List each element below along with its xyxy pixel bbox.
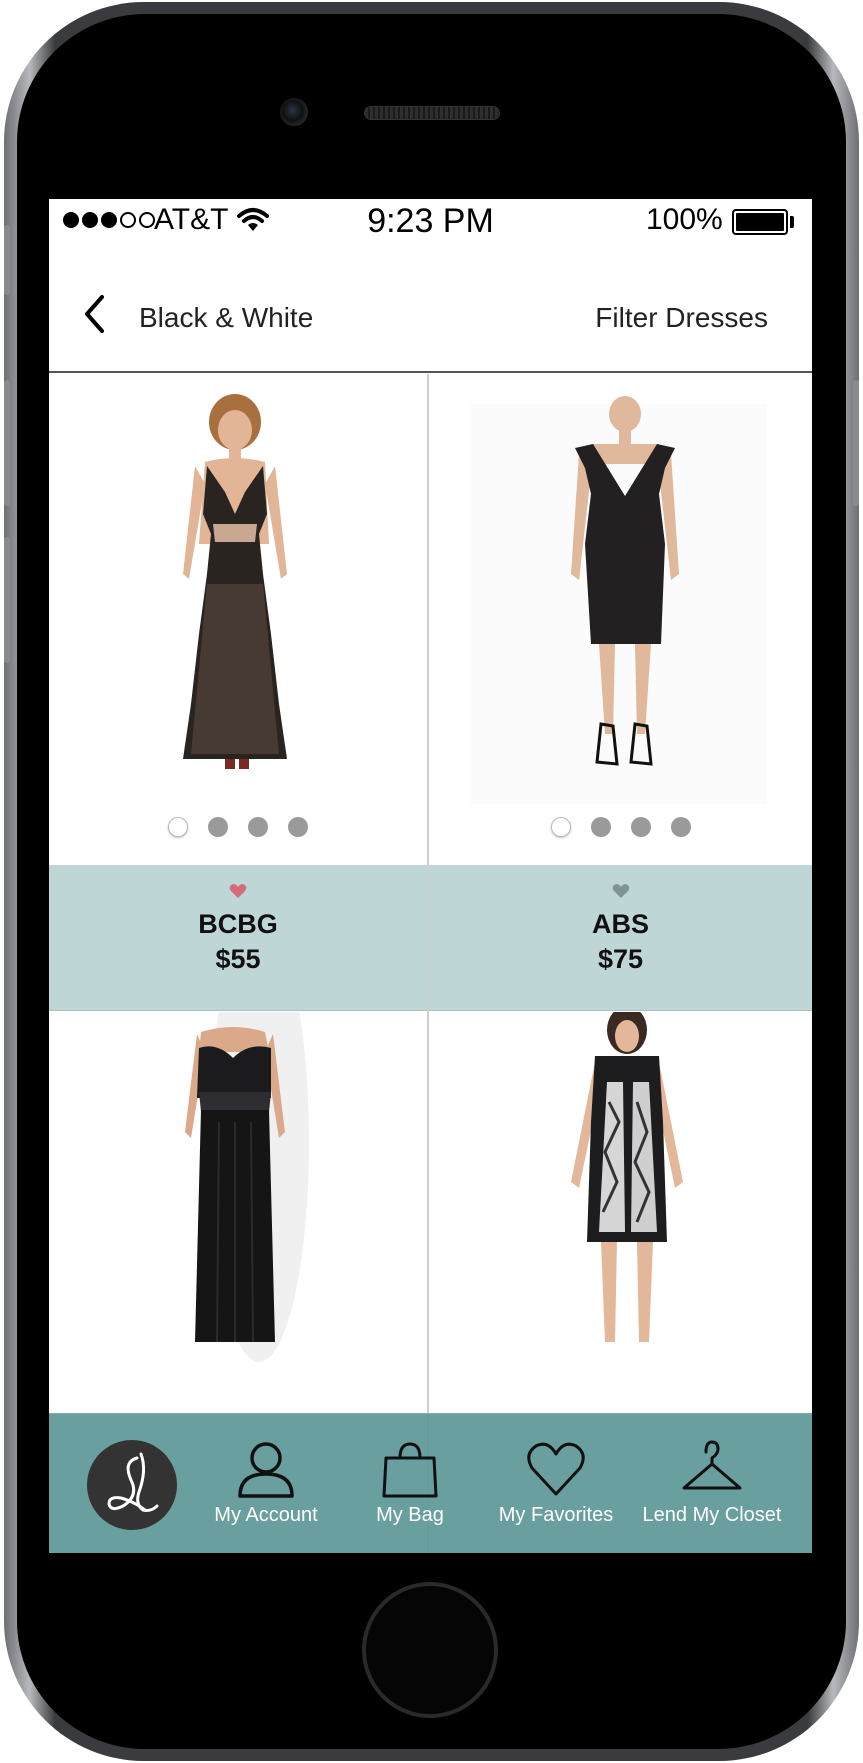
app-screen: AT&T 9:23 PM 100% Black & White Filter D…	[49, 199, 812, 1553]
back-button-label[interactable]: Black & White	[139, 302, 313, 334]
tab-my-favorites[interactable]: My Favorites	[491, 1440, 621, 1527]
product-brand: BCBG	[198, 909, 278, 939]
product-image[interactable]	[429, 374, 812, 865]
tab-lend-my-closet[interactable]: Lend My Closet	[637, 1440, 787, 1527]
battery-nub	[790, 216, 794, 228]
mute-switch	[4, 225, 10, 295]
tab-label: My Favorites	[498, 1504, 614, 1526]
favorite-heart-icon[interactable]	[229, 883, 247, 904]
filter-dresses-button[interactable]: Filter Dresses	[595, 302, 768, 334]
earpiece-speaker	[364, 106, 500, 120]
bottom-tab-bar: My Account My Bag My Favorites Lend My C…	[49, 1413, 812, 1553]
person-icon	[201, 1440, 331, 1498]
power-button	[853, 380, 859, 506]
favorite-heart-icon[interactable]	[612, 883, 630, 904]
product-info-band[interactable]: BCBG $55	[49, 865, 427, 1011]
battery-percent: 100%	[646, 203, 723, 236]
home-button[interactable]	[362, 1582, 498, 1718]
status-bar: AT&T 9:23 PM 100%	[49, 199, 812, 244]
tab-label: My Bag	[376, 1504, 444, 1526]
product-price: $55	[215, 944, 261, 974]
image-pager-dots[interactable]	[49, 817, 427, 837]
tab-label: My Account	[214, 1504, 318, 1526]
grid-column-divider	[427, 374, 429, 1553]
product-info-band[interactable]: ABS $75	[429, 865, 812, 1011]
product-price: $75	[597, 944, 644, 974]
product-card[interactable]: ABS $75	[429, 374, 812, 1011]
navigation-bar: Black & White Filter Dresses	[49, 244, 812, 373]
tab-my-bag[interactable]: My Bag	[355, 1440, 465, 1527]
heart-icon	[491, 1440, 621, 1498]
shopping-bag-icon	[355, 1440, 465, 1498]
product-brand: ABS	[591, 909, 649, 939]
back-chevron-icon[interactable]	[82, 294, 106, 339]
hanger-icon	[637, 1440, 787, 1498]
front-camera	[280, 98, 308, 126]
volume-down-button	[4, 537, 10, 663]
script-sl-logo-icon[interactable]	[87, 1440, 177, 1530]
product-image[interactable]	[49, 374, 427, 865]
product-card[interactable]: BCBG $55	[49, 374, 427, 1011]
image-pager-dots[interactable]	[429, 817, 812, 837]
volume-up-button	[4, 380, 10, 506]
tab-my-account[interactable]: My Account	[201, 1440, 331, 1527]
tab-label: Lend My Closet	[642, 1504, 782, 1526]
battery-icon	[732, 209, 788, 235]
